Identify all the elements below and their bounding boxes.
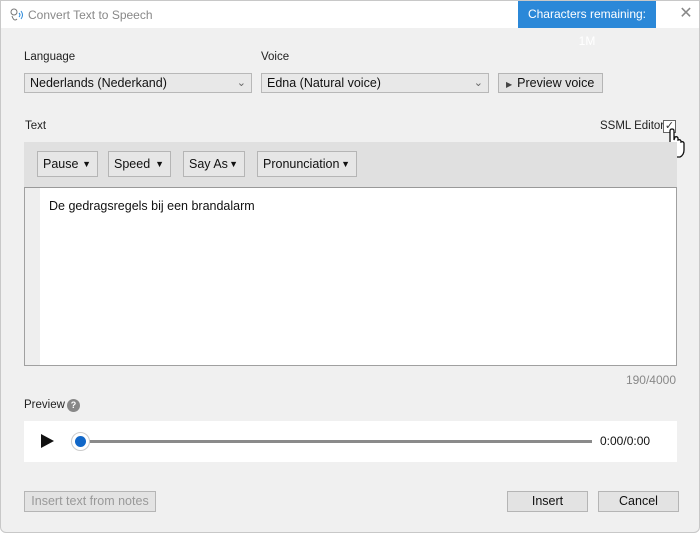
- editor-content[interactable]: De gedragsregels bij een brandalarm: [49, 199, 255, 213]
- chevron-down-icon: ⌄: [473, 77, 483, 89]
- characters-remaining-badge: Characters remaining: 1M: [518, 1, 656, 48]
- language-select[interactable]: Nederlands (Nederkand) ⌄: [24, 73, 252, 93]
- help-icon[interactable]: ?: [67, 399, 80, 412]
- insert-button[interactable]: Insert: [507, 491, 588, 512]
- insert-text-from-notes-button[interactable]: Insert text from notes: [24, 491, 156, 512]
- window-title: Convert Text to Speech: [28, 8, 153, 22]
- cancel-button[interactable]: Cancel: [598, 491, 679, 512]
- speech-icon: [10, 8, 23, 21]
- language-value: Nederlands (Nederkand): [30, 76, 167, 90]
- title-bar: Convert Text to Speech Characters remain…: [1, 1, 699, 48]
- play-icon[interactable]: [39, 433, 55, 449]
- close-button[interactable]: ✕: [677, 5, 695, 23]
- triangle-down-icon: ▼: [229, 159, 238, 169]
- ssml-editor-label: SSML Editor: [600, 120, 665, 132]
- say-as-label: Say As: [189, 157, 228, 171]
- triangle-down-icon: ▼: [82, 159, 91, 169]
- voice-value: Edna (Natural voice): [267, 76, 381, 90]
- progress-thumb[interactable]: [71, 432, 90, 451]
- pronunciation-dropdown[interactable]: Pronunciation ▼: [257, 151, 357, 177]
- pause-label: Pause: [43, 157, 79, 171]
- preview-voice-button[interactable]: ▶ Preview voice: [498, 73, 603, 93]
- preview-label: Preview: [24, 399, 65, 411]
- ssml-toolbar: Pause ▼ Speed ▼ Say As ▼ Pronunciation ▼: [24, 142, 677, 187]
- voice-label: Voice: [261, 51, 290, 63]
- progress-track[interactable]: [81, 440, 592, 443]
- speed-label: Speed: [114, 157, 151, 171]
- voice-select[interactable]: Edna (Natural voice) ⌄: [261, 73, 489, 93]
- triangle-down-icon: ▼: [155, 159, 164, 169]
- preview-voice-label: Preview voice: [517, 76, 595, 90]
- text-label: Text: [25, 120, 47, 132]
- audio-player: 0:00/0:00: [24, 421, 677, 462]
- character-counter: 190/4000: [625, 373, 676, 387]
- playback-time: 0:00/0:00: [600, 434, 651, 448]
- convert-text-to-speech-dialog: Convert Text to Speech Characters remain…: [0, 0, 700, 533]
- chevron-down-icon: ⌄: [236, 77, 246, 89]
- language-label: Language: [24, 51, 76, 63]
- triangle-down-icon: ▼: [341, 159, 350, 169]
- say-as-dropdown[interactable]: Say As ▼: [183, 151, 245, 177]
- text-editor[interactable]: De gedragsregels bij een brandalarm: [24, 187, 677, 366]
- speed-dropdown[interactable]: Speed ▼: [108, 151, 171, 177]
- pronunciation-label: Pronunciation: [263, 157, 340, 171]
- pause-dropdown[interactable]: Pause ▼: [37, 151, 98, 177]
- play-icon: ▶: [506, 80, 513, 89]
- editor-gutter: [25, 188, 40, 365]
